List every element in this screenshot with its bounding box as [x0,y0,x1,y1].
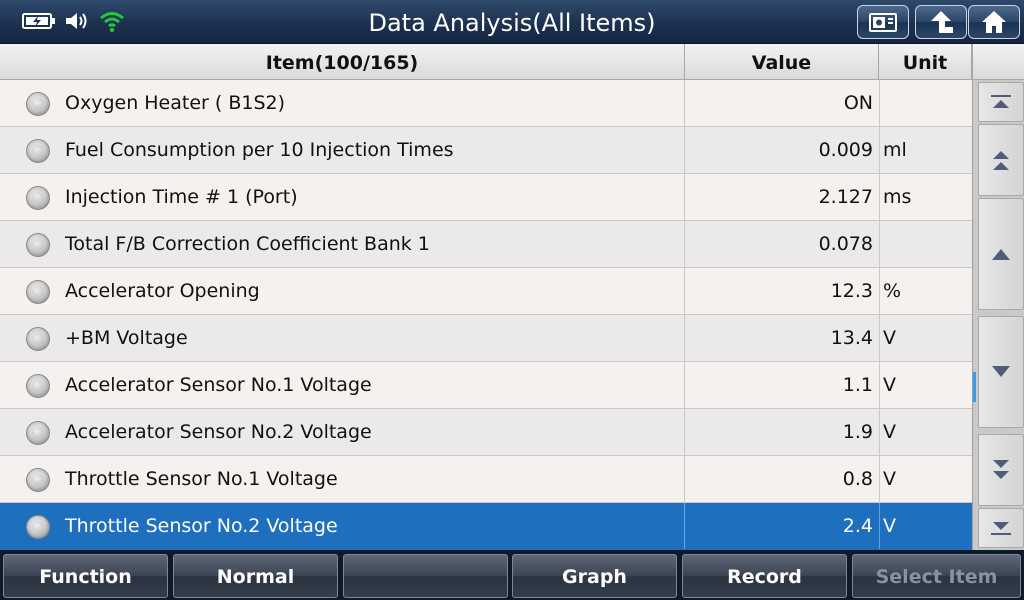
line-down-button[interactable] [978,316,1024,428]
home-icon [982,11,1006,33]
column-header-unit: Unit [879,44,972,80]
row-value: 2.4 [684,503,873,549]
row-name: Accelerator Sensor No.2 Voltage [65,421,372,443]
row-radio-icon[interactable] [26,468,50,492]
screenshot-icon [869,13,897,32]
scroll-bottom-icon [991,522,1011,535]
scroll-top-button[interactable] [978,82,1024,122]
row-value: 0.009 [684,127,873,173]
row-name: +BM Voltage [65,327,188,349]
column-header-item: Item(100/165) [0,44,685,80]
table-row[interactable]: Accelerator Opening 12.3 % [0,268,972,315]
row-unit: ms [879,174,972,220]
table-header: Item(100/165) Value Unit [0,44,972,80]
back-button[interactable] [915,5,967,39]
row-unit: V [879,456,972,502]
wifi-icon [100,12,124,33]
line-down-icon [992,366,1010,377]
row-value: ON [684,80,873,126]
scroll-column [972,80,1024,550]
row-unit: ml [879,127,972,173]
row-unit [879,221,972,267]
page-down-icon [993,460,1009,479]
table-row-selected[interactable]: Throttle Sensor No.2 Voltage 2.4 V [0,503,972,550]
scroll-bottom-button[interactable] [978,508,1024,548]
table-row[interactable]: Fuel Consumption per 10 Injection Times … [0,127,972,174]
row-radio-icon[interactable] [26,280,50,304]
select-item-button[interactable]: Select Item [852,554,1021,598]
row-radio-icon[interactable] [26,92,50,116]
empty-button[interactable] [343,554,508,598]
row-value: 0.8 [684,456,873,502]
row-name: Throttle Sensor No.2 Voltage [65,515,338,537]
row-radio-icon[interactable] [26,139,50,163]
row-value: 12.3 [684,268,873,314]
row-name: Accelerator Opening [65,280,260,302]
table-row[interactable]: Total F/B Correction Coefficient Bank 1 … [0,221,972,268]
row-value: 2.127 [684,174,873,220]
row-radio-icon[interactable] [26,421,50,445]
row-radio-icon[interactable] [26,515,50,539]
row-name: Accelerator Sensor No.1 Voltage [65,374,372,396]
table-row[interactable]: Oxygen Heater ( B1S2) ON [0,80,972,127]
row-value: 13.4 [684,315,873,361]
page-up-icon [993,151,1009,170]
row-radio-icon[interactable] [26,374,50,398]
row-name: Oxygen Heater ( B1S2) [65,92,286,114]
data-table: Item(100/165) Value Unit Oxygen Heater (… [0,44,1024,550]
row-radio-icon[interactable] [26,327,50,351]
speaker-icon [66,13,87,29]
back-arrow-icon [931,11,953,33]
table-row[interactable]: +BM Voltage 13.4 V [0,315,972,362]
table-row[interactable]: Throttle Sensor No.1 Voltage 0.8 V [0,456,972,503]
bottom-toolbar: Function Normal Graph Record Select Item [0,550,1024,600]
row-unit [879,80,972,126]
header-corner [972,44,1024,80]
row-name: Injection Time # 1 (Port) [65,186,298,208]
table-row[interactable]: Injection Time # 1 (Port) 2.127 ms [0,174,972,221]
row-value: 1.1 [684,362,873,408]
status-icons [22,8,126,34]
row-name: Fuel Consumption per 10 Injection Times [65,139,454,161]
line-up-icon [992,249,1010,260]
row-unit: V [879,315,972,361]
column-header-value: Value [685,44,879,80]
row-unit: V [879,503,972,549]
line-up-button[interactable] [978,198,1024,310]
table-row[interactable]: Accelerator Sensor No.1 Voltage 1.1 V [0,362,972,409]
row-value: 1.9 [684,409,873,455]
home-button[interactable] [968,5,1020,39]
row-value: 0.078 [684,221,873,267]
row-unit: V [879,409,972,455]
row-name: Total F/B Correction Coefficient Bank 1 [65,233,430,255]
scroll-position-indicator [973,372,976,402]
table-row[interactable]: Accelerator Sensor No.2 Voltage 1.9 V [0,409,972,456]
record-button[interactable]: Record [682,554,847,598]
graph-button[interactable]: Graph [512,554,677,598]
row-name: Throttle Sensor No.1 Voltage [65,468,338,490]
row-radio-icon[interactable] [26,186,50,210]
row-radio-icon[interactable] [26,233,50,257]
normal-button[interactable]: Normal [173,554,338,598]
scroll-top-icon [991,95,1011,108]
screenshot-button[interactable] [857,5,909,39]
table-rows: Oxygen Heater ( B1S2) ON Fuel Consumptio… [0,80,972,550]
battery-charging-icon [22,13,55,29]
title-bar: Data Analysis(All Items) [0,0,1024,44]
row-unit: % [879,268,972,314]
row-unit: V [879,362,972,408]
function-button[interactable]: Function [3,554,168,598]
page-up-button[interactable] [978,124,1024,196]
page-down-button[interactable] [978,434,1024,506]
